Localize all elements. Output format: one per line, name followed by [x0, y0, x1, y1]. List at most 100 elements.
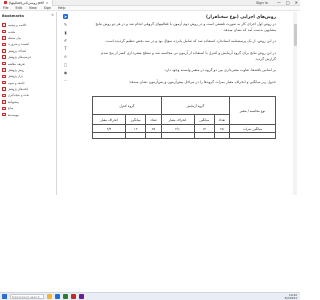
table-cell: تعداد: [213, 114, 231, 125]
paragraph: بر اساس یافته‌ها، تفاوت معنی‌داری بین دو…: [163, 68, 276, 72]
bookmark-list: خلاصه و پیشینه مقدمه بیان مسئله اهمیت و ضرو…: [1, 22, 56, 118]
table-cell: ۲۵: [145, 124, 162, 133]
bookmark-label: ابزار پژوهش: [7, 74, 24, 79]
bookmark-label: بحث و نتیجه‌گیری: [7, 93, 30, 98]
taskbar-app-icon[interactable]: [71, 294, 76, 299]
taskbar-app-icon[interactable]: [79, 294, 84, 299]
table-cell: ۲۵: [213, 124, 231, 133]
table-row: میانگین نمرات ۲۵ ۱۴ ۲/۱ ۲۵ ۱۲ ۲/۴: [91, 124, 276, 133]
bookmark-item[interactable]: پیوست‌ها: [1, 111, 56, 117]
menu-edit[interactable]: Edit: [16, 6, 22, 10]
bookmark-label: اهمیت و ضرورت: [7, 42, 29, 47]
bookmark-label: پیوست‌ها: [7, 112, 19, 117]
menu-view[interactable]: View: [29, 6, 37, 10]
document-tab[interactable]: روشن‌ثاني(فعاليتها).pdf ✕: [0, 0, 54, 6]
document-area: روش‌های اجرایی (نوع سختافزار) در روش اول…: [70, 12, 292, 195]
bookmark-label: روش پژوهش: [7, 67, 25, 72]
section-heading: روش‌های اجرایی (نوع سختافزار): [205, 15, 276, 20]
menu-file[interactable]: File: [3, 6, 9, 10]
draw-icon[interactable]: ✐: [63, 38, 68, 43]
bookmarks-panel: Bookmarks ✕ خلاصه و پیشینه مقدمه بیان مسئل…: [0, 12, 57, 195]
pdf-icon: [4, 1, 7, 4]
bookmark-icon: [2, 112, 6, 117]
table-cell: ۲/۱: [160, 124, 195, 133]
bookmark-icon: [2, 23, 6, 27]
table-cell: میانگین نمرات: [229, 124, 276, 133]
menu-sign[interactable]: Sign: [44, 6, 51, 10]
bookmark-icon: [2, 68, 6, 72]
table-cell: [193, 132, 215, 139]
bookmark-icon: [2, 36, 6, 40]
bookmark-label: جامعه و نمونه: [7, 80, 25, 85]
paragraph: جدول زیر میانگین و انحراف معیار نمرات گر…: [128, 80, 276, 84]
table-cell: [145, 132, 162, 139]
bookmark-icon: [2, 42, 6, 47]
comment-icon[interactable]: ✎: [63, 22, 68, 27]
bookmark-icon: [2, 55, 6, 59]
paragraph: در این روش نتایج برای گروه آزمایش و کنتر…: [101, 51, 276, 61]
table-cell: [229, 132, 276, 139]
paragraph: در روش اول اجرای کار به صورت تلفیقی است …: [95, 22, 276, 32]
text-icon[interactable]: T: [63, 46, 68, 51]
table-cell: میانگین: [193, 114, 215, 125]
taskbar: Type here to search 10:42 3/2/2021: [0, 292, 300, 300]
table-cell: [213, 132, 231, 139]
taskbar-app-icon[interactable]: [55, 294, 60, 299]
bookmark-icon: [2, 100, 6, 104]
taskbar-app-icon[interactable]: [63, 294, 68, 299]
table-cell: گروه آزمایش: [160, 96, 231, 115]
bookmark-icon: [2, 106, 6, 111]
table-row: [91, 132, 276, 139]
stamp-icon[interactable]: ◉: [63, 70, 68, 75]
taskbar-app-icon[interactable]: [47, 294, 52, 299]
document-page: روش‌های اجرایی (نوع سختافزار) در روش اول…: [84, 12, 280, 195]
menu-bar: File Edit View Sign Help: [0, 6, 300, 11]
bookmark-icon: [2, 80, 6, 85]
bookmark-label: فرضیه‌های پژوهش: [7, 55, 31, 60]
tab-title: روشن‌ثاني(فعاليتها).pdf: [9, 0, 44, 5]
table-cell: [160, 132, 195, 139]
table-cell: ۱۲: [125, 124, 147, 133]
taskbar-clock: 10:42 3/2/2021: [284, 294, 297, 300]
highlight-icon[interactable]: ▮: [63, 30, 68, 35]
bookmark-icon: [2, 87, 6, 91]
table-cell: میانگین: [125, 114, 147, 125]
bookmark-label: اهداف پژوهش: [7, 48, 26, 53]
shapes-icon[interactable]: ◻: [63, 62, 68, 67]
bookmark-icon: [2, 74, 6, 79]
table-cell: نوع محاسبه / متغیر: [229, 96, 276, 125]
tool-strip: ➤ ✎ ▮ ✐ T ✍ ◻ ◉ ⋯: [62, 14, 69, 83]
table-cell: [91, 132, 127, 139]
vertical-scrollbar[interactable]: [293, 12, 297, 195]
table-row: نوع محاسبه / متغیر گروه آزمایش گروه کنتر…: [92, 96, 276, 125]
taskbar-apps: [47, 294, 84, 299]
table-cell: [125, 132, 147, 139]
pointer-icon[interactable]: ➤: [63, 14, 68, 19]
paragraph: در این روش، از یک پرسشنامه استاندارد است…: [105, 39, 276, 43]
bookmark-icon: [2, 61, 6, 66]
taskbar-search-input[interactable]: Type here to search: [10, 294, 44, 299]
bookmark-label: یافته‌های پژوهش: [7, 87, 29, 92]
scrollbar-thumb[interactable]: [293, 24, 297, 46]
more-icon[interactable]: ⋯: [63, 78, 68, 83]
table-cell: گروه کنترل: [92, 96, 162, 115]
bookmark-label: منابع: [7, 106, 14, 111]
bookmark-label: پیشنهادها: [7, 99, 19, 104]
table-cell: ۲/۴: [91, 124, 127, 133]
data-table: نوع محاسبه / متغیر گروه آزمایش گروه کنتر…: [91, 96, 276, 139]
bookmarks-title: Bookmarks: [2, 14, 24, 18]
signature-icon[interactable]: ✍: [63, 54, 68, 59]
table-cell: انحراف معیار: [91, 114, 127, 125]
table-cell: ۱۴: [193, 124, 215, 133]
sign-in-link[interactable]: Sign in: [256, 1, 268, 5]
windows-start-icon[interactable]: [2, 294, 7, 299]
bookmark-icon: [2, 29, 6, 34]
bookmark-label: تعریف مفاهیم: [7, 61, 25, 66]
menu-help[interactable]: Help: [58, 6, 66, 10]
bookmark-label: بیان مسئله: [7, 35, 22, 40]
table-cell: انحراف معیار: [160, 114, 195, 125]
bookmark-label: مقدمه: [7, 29, 16, 34]
tab-close-icon[interactable]: ✕: [46, 1, 49, 5]
panel-close-icon[interactable]: ✕: [51, 13, 54, 17]
bookmark-label: خلاصه و پیشینه: [7, 23, 27, 28]
